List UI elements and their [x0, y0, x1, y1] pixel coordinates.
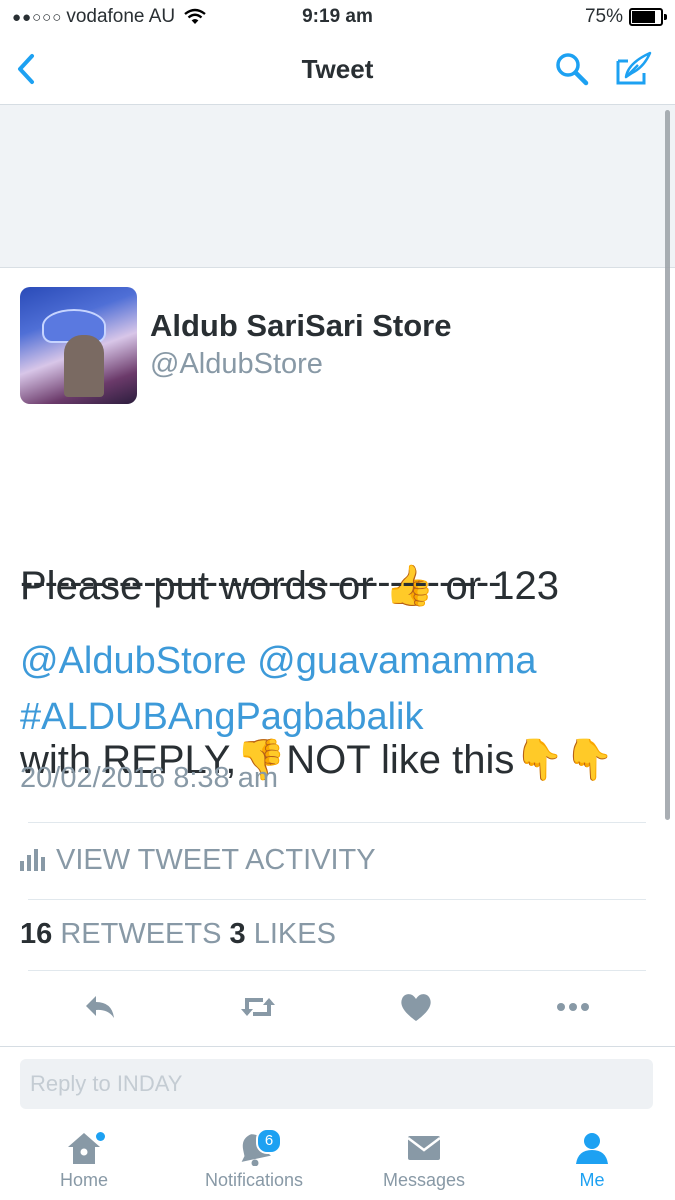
tweet-timestamp: 20/02/2016 8:38 am — [20, 762, 278, 794]
tab-me[interactable]: Me — [532, 1130, 652, 1191]
more-icon[interactable] — [555, 990, 591, 1024]
user-handle[interactable]: @AldubStore — [150, 348, 323, 381]
tab-me-label: Me — [579, 1170, 605, 1190]
header-banner — [0, 105, 675, 268]
heart-icon[interactable] — [398, 990, 434, 1024]
retweets-count: 16 — [20, 918, 53, 950]
tab-home[interactable]: Home — [24, 1130, 144, 1191]
tab-home-label: Home — [59, 1170, 108, 1190]
navigation-bar: Tweet — [0, 34, 675, 105]
tab-notifications[interactable]: 6 Notifications — [194, 1128, 314, 1191]
tab-messages[interactable]: Messages — [364, 1130, 484, 1191]
person-icon — [576, 1133, 608, 1164]
tab-notifications-label: Notifications — [204, 1170, 304, 1190]
avatar[interactable] — [20, 287, 137, 404]
home-new-dot — [96, 1132, 105, 1141]
battery-fill — [632, 11, 655, 23]
battery-percent: 75% — [584, 6, 623, 27]
tweet-links: @AldubStore @guavamamma #ALDUBAngPagbaba… — [20, 633, 650, 745]
retweets-label: RETWEETS — [60, 918, 222, 950]
mention-link-aldubstore[interactable]: @AldubStore — [20, 640, 247, 682]
divider — [28, 970, 646, 971]
search-icon[interactable] — [554, 51, 590, 87]
compose-icon[interactable] — [614, 49, 654, 87]
tab-messages-label: Messages — [382, 1170, 466, 1190]
reply-composer — [0, 1046, 675, 1123]
tab-bar: Home 6 Notifications Messages Me — [0, 1122, 675, 1200]
likes-stat[interactable]: 3 LIKES — [230, 918, 336, 950]
notifications-badge: 6 — [256, 1128, 282, 1154]
status-time: 9:19 am — [302, 6, 373, 27]
divider — [28, 899, 646, 900]
divider — [28, 822, 646, 823]
battery-icon — [629, 8, 667, 26]
view-tweet-activity-label: VIEW TWEET ACTIVITY — [56, 843, 376, 876]
display-name[interactable]: Aldub SariSari Store — [150, 308, 451, 344]
scrollbar[interactable] — [665, 110, 670, 820]
retweet-icon[interactable] — [239, 990, 277, 1024]
retweets-stat[interactable]: 16 RETWEETS — [20, 918, 221, 950]
avatar-person-graphic — [64, 335, 104, 397]
reply-input[interactable] — [20, 1059, 653, 1109]
likes-count: 3 — [229, 918, 246, 950]
status-bar: ●●○○○ vodafone AU 9:19 am 75% — [0, 0, 675, 34]
reply-icon[interactable] — [82, 990, 118, 1024]
hashtag-link[interactable]: #ALDUBAngPagbabalik — [20, 696, 424, 738]
battery-status: 75% — [584, 6, 667, 28]
tweet-dash-divider: --------------------------------------- — [20, 560, 501, 604]
view-tweet-activity-button[interactable]: VIEW TWEET ACTIVITY — [20, 842, 376, 878]
mention-link-guavamamma[interactable]: @guavamamma — [257, 640, 536, 682]
envelope-icon — [407, 1136, 441, 1160]
bar-chart-icon — [20, 849, 48, 871]
likes-label: LIKES — [253, 918, 336, 950]
tweet-stats: 16 RETWEETS 3 LIKES — [20, 918, 336, 951]
